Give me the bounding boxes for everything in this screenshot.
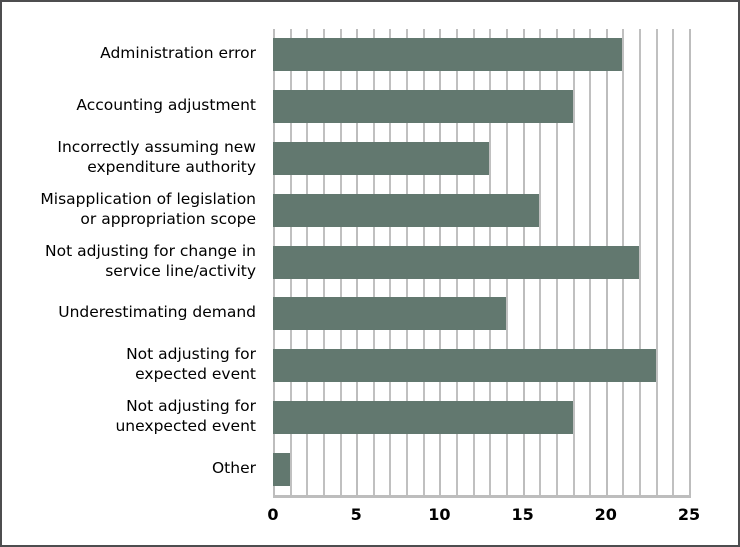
bar[interactable] [273,245,640,279]
category-label: Underestimating demand [58,303,256,322]
bar-row [273,237,689,289]
bar-row [273,185,689,237]
bar[interactable] [273,401,573,435]
bar-row [273,288,689,340]
bar-row [273,340,689,392]
bar-row [273,133,689,185]
x-tick-label-25: 25 [677,505,701,524]
x-tick-label-0: 0 [267,505,279,524]
category-label: Other [211,459,256,478]
x-axis-line [273,495,691,498]
bar-row [273,29,689,81]
gridline-25 [689,29,691,496]
category-label: Administration error [100,43,256,62]
bar[interactable] [273,297,506,331]
bar[interactable] [273,453,290,487]
x-tick-label-15: 15 [511,505,534,524]
bar-row [273,392,689,444]
category-label: Not adjusting for unexpected event [115,397,256,436]
category-label: Incorrectly assuming new expenditure aut… [57,137,256,176]
x-tick-label-5: 5 [350,505,362,524]
bar[interactable] [273,38,623,71]
bar-chart: Administration error Accounting adjustmen… [0,0,740,547]
bar-row [273,444,689,496]
bar[interactable] [273,193,540,227]
plot-area [273,29,691,496]
category-label: Misapplication of legislation or appropr… [40,189,256,228]
x-tick-label-20: 20 [594,505,617,524]
x-tick-label-10: 10 [428,505,451,524]
bar[interactable] [273,141,490,175]
bar[interactable] [273,349,656,383]
category-label: Not adjusting for expected event [126,345,256,384]
category-label: Not adjusting for change in service line… [45,241,256,280]
bar-row [273,81,689,133]
category-label: Accounting adjustment [76,95,256,114]
bar[interactable] [273,89,573,123]
